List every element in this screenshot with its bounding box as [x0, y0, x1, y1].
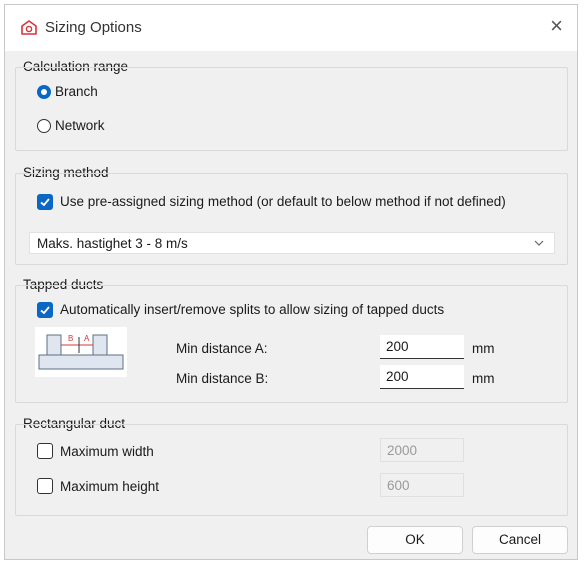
max-width-checkbox[interactable]: [37, 443, 53, 459]
calc-range-group: [15, 67, 568, 151]
rect-duct-group: [15, 424, 568, 516]
min-distance-b-input[interactable]: 200: [380, 365, 464, 389]
min-distance-a-input[interactable]: 200: [380, 335, 464, 359]
window-title: Sizing Options: [45, 19, 142, 36]
ok-button[interactable]: OK: [367, 526, 463, 554]
auto-splits-checkbox[interactable]: [37, 302, 53, 318]
app-logo-icon: [21, 20, 37, 35]
min-distance-a-value: 200: [386, 339, 409, 354]
preassigned-method-checkbox[interactable]: [37, 194, 53, 210]
cancel-button[interactable]: Cancel: [472, 526, 568, 554]
tapped-duct-diagram-icon: B A: [35, 327, 127, 377]
close-icon[interactable]: ×: [550, 15, 563, 37]
min-distance-b-value: 200: [386, 369, 409, 384]
dialog-window: Sizing Options × Calculation range Branc…: [4, 4, 578, 560]
branch-radio-label[interactable]: Branch: [55, 84, 98, 99]
chevron-down-icon: [534, 240, 544, 246]
min-distance-b-unit: mm: [472, 371, 495, 386]
sizing-method-dropdown[interactable]: Maks. hastighet 3 - 8 m/s: [29, 232, 555, 254]
min-distance-a-unit: mm: [472, 341, 495, 356]
diagram-label-a: A: [84, 334, 90, 343]
auto-splits-label[interactable]: Automatically insert/remove splits to al…: [60, 302, 444, 317]
min-distance-b-label: Min distance B:: [176, 371, 269, 386]
network-radio[interactable]: [37, 119, 51, 133]
sizing-method-value: Maks. hastighet 3 - 8 m/s: [37, 236, 188, 251]
min-distance-a-label: Min distance A:: [176, 341, 268, 356]
branch-radio[interactable]: [37, 85, 51, 99]
diagram-label-b: B: [68, 334, 73, 343]
max-height-value: 600: [387, 478, 410, 493]
max-width-input[interactable]: 2000: [380, 438, 464, 462]
max-height-label[interactable]: Maximum height: [60, 479, 159, 494]
preassigned-method-label[interactable]: Use pre-assigned sizing method (or defau…: [60, 194, 506, 209]
max-width-label[interactable]: Maximum width: [60, 444, 154, 459]
title-bar: Sizing Options ×: [5, 5, 577, 51]
network-radio-label[interactable]: Network: [55, 118, 105, 133]
max-height-checkbox[interactable]: [37, 478, 53, 494]
max-width-value: 2000: [387, 443, 418, 458]
max-height-input[interactable]: 600: [380, 473, 464, 497]
